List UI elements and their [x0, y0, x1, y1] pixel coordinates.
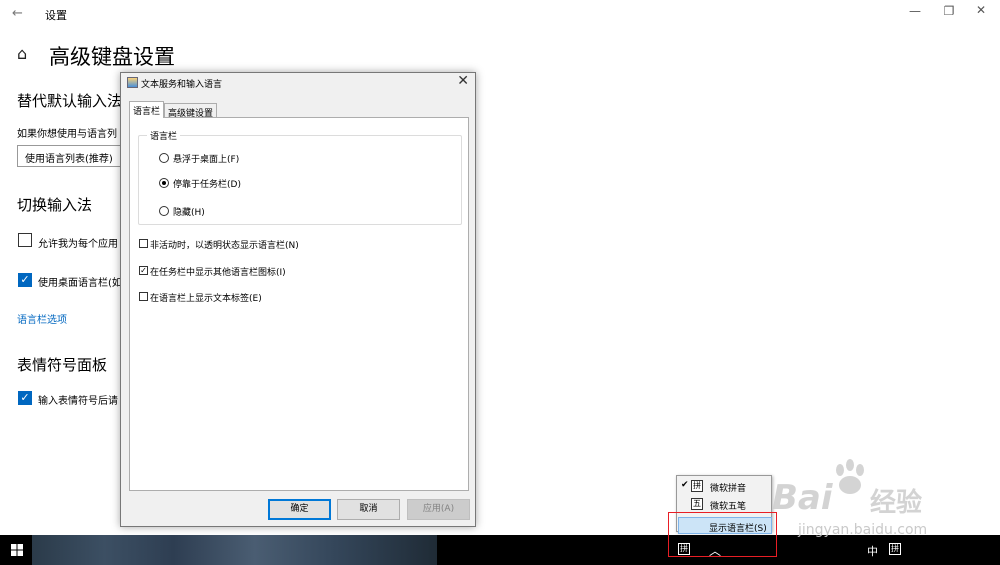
emoji-checkbox[interactable]: ✓ [18, 391, 32, 405]
override-heading: 替代默认输入法 [17, 92, 123, 110]
emoji-heading: 表情符号面板 [17, 356, 108, 374]
switch-heading: 切换输入法 [17, 196, 93, 214]
menu-item-wubi[interactable]: 五 微软五笔 [677, 496, 771, 513]
menu-item-label: 微软五笔 [710, 502, 747, 512]
radio-float[interactable] [159, 153, 169, 163]
pinyin-icon: 拼 [691, 480, 703, 492]
combo-value: 使用语言列表(推荐) [25, 154, 113, 165]
language-bar-panel: 语言栏 悬浮于桌面上(F) 停靠于任务栏(D) 隐藏(H) 非活动时，以透明状态… [129, 117, 469, 491]
text-services-dialog: 文本服务和输入语言 ✕ 语言栏 高级键设置 语言栏 悬浮于桌面上(F) 停靠于任… [120, 72, 476, 527]
langbar-options-link[interactable]: 语言栏选项 [17, 311, 67, 326]
tab-label: 语言栏 [133, 107, 161, 117]
keyboard-icon [127, 77, 138, 88]
brand-text: Bai [772, 478, 833, 518]
emoji-label: 输入表情符号后请 [38, 396, 118, 407]
close-icon[interactable]: ✕ [966, 3, 996, 17]
dialog-title: 文本服务和输入语言 [141, 80, 223, 90]
watermark-url: jingyan.baidu.com [798, 522, 928, 538]
restore-icon[interactable]: ❐ [934, 4, 964, 18]
minimize-icon[interactable]: — [900, 4, 930, 18]
page-title: 高级键盘设置 [49, 45, 175, 69]
tab-language-bar[interactable]: 语言栏 [129, 101, 165, 118]
back-arrow-icon[interactable]: ← [12, 6, 23, 21]
text-labels-label: 在语言栏上显示文本标签(E) [150, 294, 262, 304]
window-title: 设置 [45, 9, 67, 22]
cancel-button[interactable]: 取消 [337, 499, 400, 520]
input-method-combo[interactable]: 使用语言列表(推荐) [17, 145, 127, 167]
extra-icons-checkbox[interactable]: ✓ [139, 266, 148, 275]
radio-float-label: 悬浮于桌面上(F) [173, 155, 240, 165]
baidu-watermark: Bai 经验 jingyan.baidu.com [770, 450, 995, 545]
checkmark-icon: ✔ [681, 480, 689, 490]
per-app-label: 允许我为每个应用 [38, 239, 118, 250]
override-description: 如果你想使用与语言列 [17, 129, 117, 140]
transparent-checkbox[interactable] [139, 239, 148, 248]
radio-hidden-label: 隐藏(H) [173, 208, 205, 218]
dialog-close-icon[interactable]: ✕ [457, 73, 469, 89]
brand-text-2: 经验 [870, 488, 923, 518]
extra-icons-label: 在任务栏中显示其他语言栏图标(I) [150, 268, 286, 278]
per-app-checkbox[interactable] [18, 233, 32, 247]
desktop-langbar-label: 使用桌面语言栏(如 [38, 278, 122, 289]
transparent-label: 非活动时，以透明状态显示语言栏(N) [150, 241, 299, 251]
language-bar-group: 语言栏 悬浮于桌面上(F) 停靠于任务栏(D) 隐藏(H) [138, 129, 462, 225]
desktop-langbar-checkbox[interactable]: ✓ [18, 273, 32, 287]
radio-dock-label: 停靠于任务栏(D) [173, 180, 241, 190]
radio-dock[interactable] [159, 178, 169, 188]
text-labels-checkbox[interactable] [139, 292, 148, 301]
ok-button[interactable]: 确定 [268, 499, 331, 520]
wubi-icon: 五 [691, 498, 703, 510]
apply-button[interactable]: 应用(A) [407, 499, 470, 520]
paw-icon [836, 459, 864, 494]
highlight-frame [668, 512, 777, 557]
windows-start-icon[interactable] [11, 544, 23, 556]
blurred-taskbar-apps [32, 535, 437, 565]
menu-item-pinyin[interactable]: ✔ 拼 微软拼音 [677, 478, 771, 495]
group-label: 语言栏 [147, 129, 181, 142]
language-indicator[interactable]: 中 [867, 543, 878, 559]
radio-hidden[interactable] [159, 206, 169, 216]
home-icon[interactable]: ⌂ [17, 44, 27, 63]
menu-item-label: 微软拼音 [710, 484, 747, 494]
